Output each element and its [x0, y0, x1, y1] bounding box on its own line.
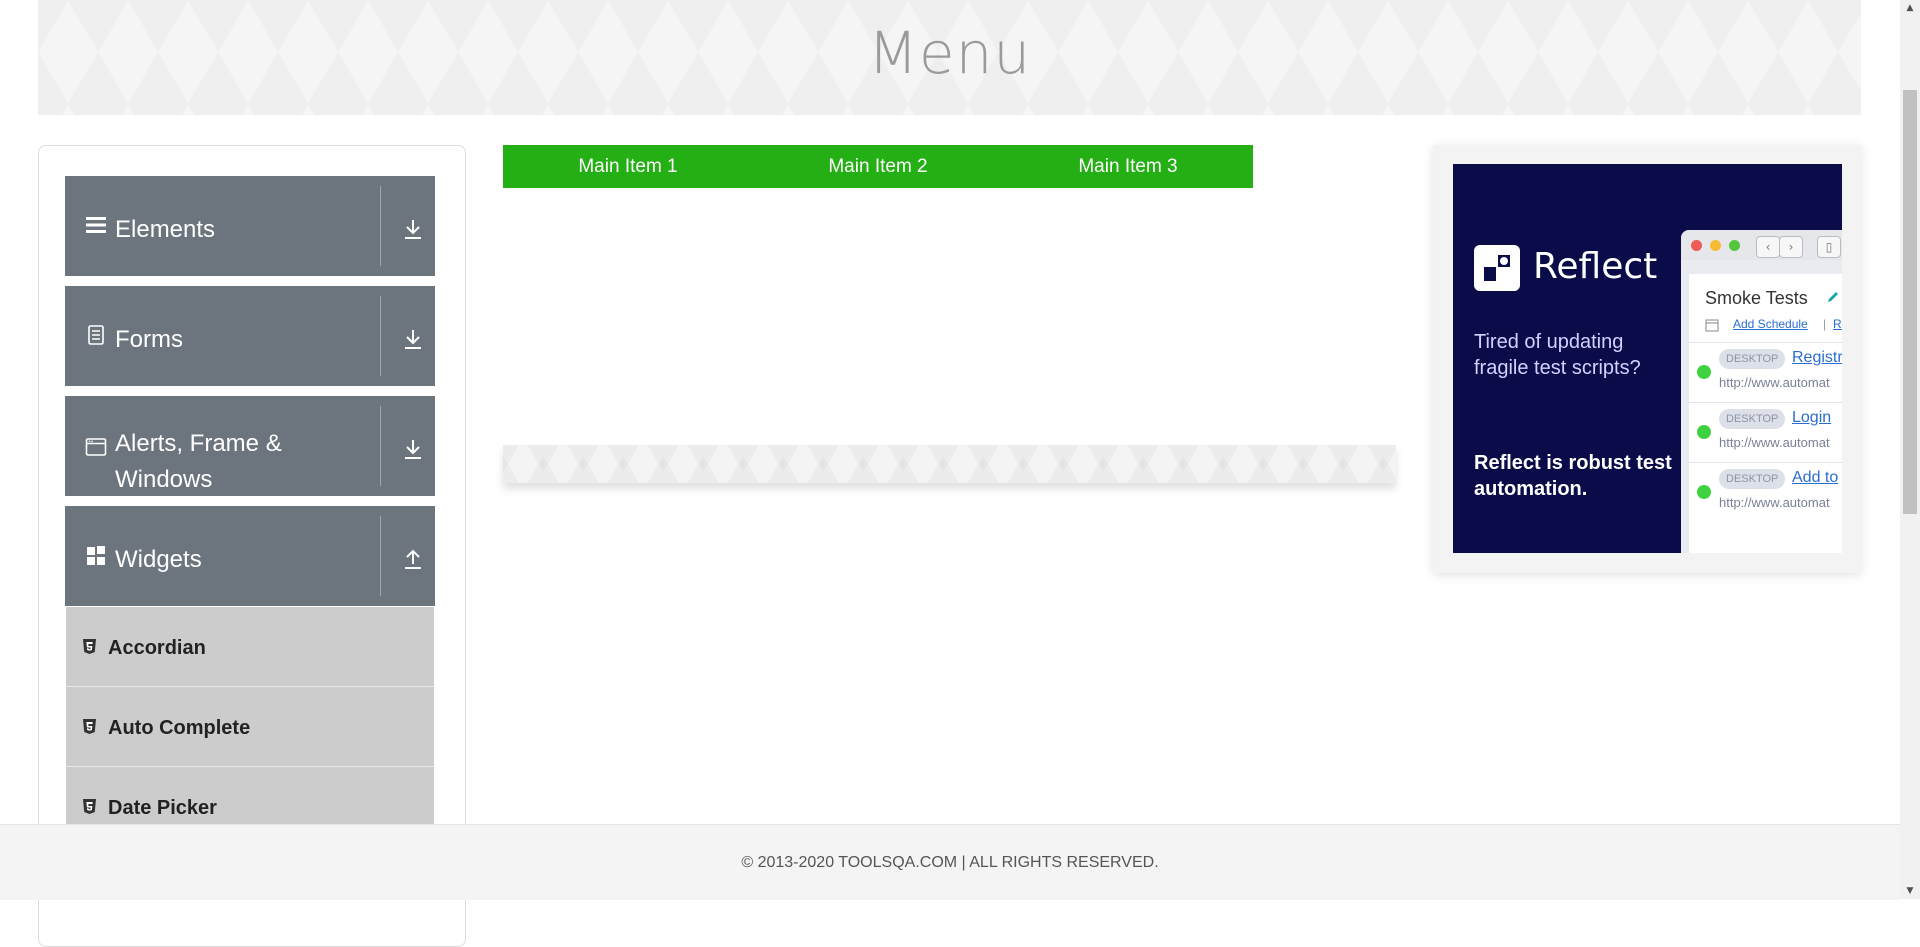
html5-icon: [83, 639, 96, 654]
mock-add-schedule-link: Add Schedule: [1733, 317, 1808, 331]
group-elements[interactable]: Elements: [65, 176, 435, 276]
mock-title-bar: ‹ › ▯: [1681, 230, 1842, 260]
status-dot-icon: [1697, 365, 1711, 379]
status-dot-icon: [1697, 485, 1711, 499]
ad-brand: Reflect: [1533, 246, 1658, 287]
minimize-dot-icon: [1710, 240, 1721, 251]
sidebar-item-accordian[interactable]: Accordian: [66, 607, 434, 687]
divider: [380, 516, 381, 596]
test-name: Add to: [1792, 469, 1839, 486]
maximize-dot-icon: [1729, 240, 1740, 251]
vertical-scrollbar[interactable]: ▲ ▼: [1900, 0, 1920, 899]
group-label: Widgets: [115, 546, 202, 573]
document-icon: [88, 325, 104, 345]
test-name: Login: [1792, 409, 1832, 426]
group-label: Elements: [115, 216, 216, 243]
group-widgets[interactable]: Widgets: [65, 506, 435, 606]
sidebar-item-label: Date Picker: [108, 797, 217, 819]
download-arrow-icon[interactable]: [402, 218, 424, 240]
widgets-icon: [87, 546, 105, 565]
mock-test-row: DESKTOP Login http://www.automat: [1689, 402, 1842, 463]
platform-tag: DESKTOP: [1719, 349, 1786, 369]
scroll-down-icon[interactable]: ▼: [1900, 883, 1920, 899]
group-forms[interactable]: Forms: [65, 286, 435, 386]
sidebar-item-label: Accordian: [108, 637, 206, 659]
menu-item-main-2[interactable]: Main Item 2: [753, 145, 1003, 188]
mock-truncated-link: Ru: [1833, 317, 1842, 331]
main-menu: Main Item 1 Main Item 2 Main Item 3: [503, 145, 1253, 188]
test-url: http://www.automat: [1719, 435, 1830, 450]
download-arrow-icon[interactable]: [402, 328, 424, 350]
test-url: http://www.automat: [1719, 495, 1830, 510]
reflect-ad-banner[interactable]: Reflect Tired of updating fragile test s…: [1453, 164, 1842, 553]
menu-item-main-3[interactable]: Main Item 3: [1003, 145, 1253, 188]
scroll-up-icon[interactable]: ▲: [1900, 0, 1920, 16]
html5-icon: [83, 799, 96, 814]
mock-separator: |: [1823, 317, 1827, 331]
test-name: Registr: [1792, 349, 1842, 366]
ad-tagline: Reflect is robust test automation.: [1474, 452, 1672, 500]
back-chevron-icon: ‹: [1756, 236, 1780, 258]
ad-container: Reflect Tired of updating fragile test s…: [1433, 145, 1861, 573]
platform-tag: DESKTOP: [1719, 469, 1786, 489]
page-footer: © 2013-2020 TOOLSQA.COM | ALL RIGHTS RES…: [0, 824, 1900, 900]
menu-item-main-1[interactable]: Main Item 1: [503, 145, 753, 188]
mock-title: Smoke Tests: [1705, 288, 1808, 308]
group-label-line-1: Alerts, Frame &: [115, 430, 282, 457]
hamburger-icon: [86, 217, 106, 233]
mock-panel: Smoke Tests Add Schedule | Ru DESKTOP Re…: [1689, 274, 1842, 553]
download-arrow-icon[interactable]: [402, 438, 424, 460]
html5-icon: [83, 719, 96, 734]
group-label-line-2: Windows: [115, 466, 213, 493]
group-label: Forms: [115, 326, 183, 353]
divider: [380, 296, 381, 376]
group-label: Alerts, Frame & Windows: [115, 426, 282, 498]
copyright-text: © 2013-2020 TOOLSQA.COM | ALL RIGHTS RES…: [741, 853, 1159, 871]
test-url: http://www.automat: [1719, 375, 1830, 390]
scrollbar-thumb[interactable]: [1903, 90, 1917, 514]
divider: [380, 186, 381, 266]
forward-chevron-icon: ›: [1779, 236, 1803, 258]
divider: [380, 406, 381, 486]
sidebar-item-label: Auto Complete: [108, 717, 251, 739]
mock-test-row: DESKTOP Add to http://www.automat: [1689, 462, 1842, 523]
ad-mock-window: ‹ › ▯ Smoke Tests Add Schedule | Ru DE: [1681, 230, 1842, 553]
pencil-icon: [1828, 292, 1838, 302]
decorative-strip: [503, 445, 1396, 483]
window-icon: [85, 438, 107, 456]
close-dot-icon: [1691, 240, 1702, 251]
ad-headline: Tired of updating fragile test scripts?: [1474, 331, 1641, 379]
calendar-icon: [1705, 319, 1719, 332]
group-alerts-frame-windows[interactable]: Alerts, Frame & Windows: [65, 396, 435, 496]
sidebar-item-auto-complete[interactable]: Auto Complete: [66, 687, 434, 767]
page-header: Menu: [38, 0, 1861, 115]
platform-tag: DESKTOP: [1719, 409, 1786, 429]
upload-arrow-icon[interactable]: [402, 548, 424, 570]
mock-test-row: DESKTOP Registr http://www.automat: [1689, 342, 1842, 403]
status-dot-icon: [1697, 425, 1711, 439]
page-title: Menu: [867, 18, 1032, 87]
reflect-logo-icon: [1474, 245, 1520, 291]
sidebar-toggle-icon: ▯: [1817, 236, 1841, 258]
